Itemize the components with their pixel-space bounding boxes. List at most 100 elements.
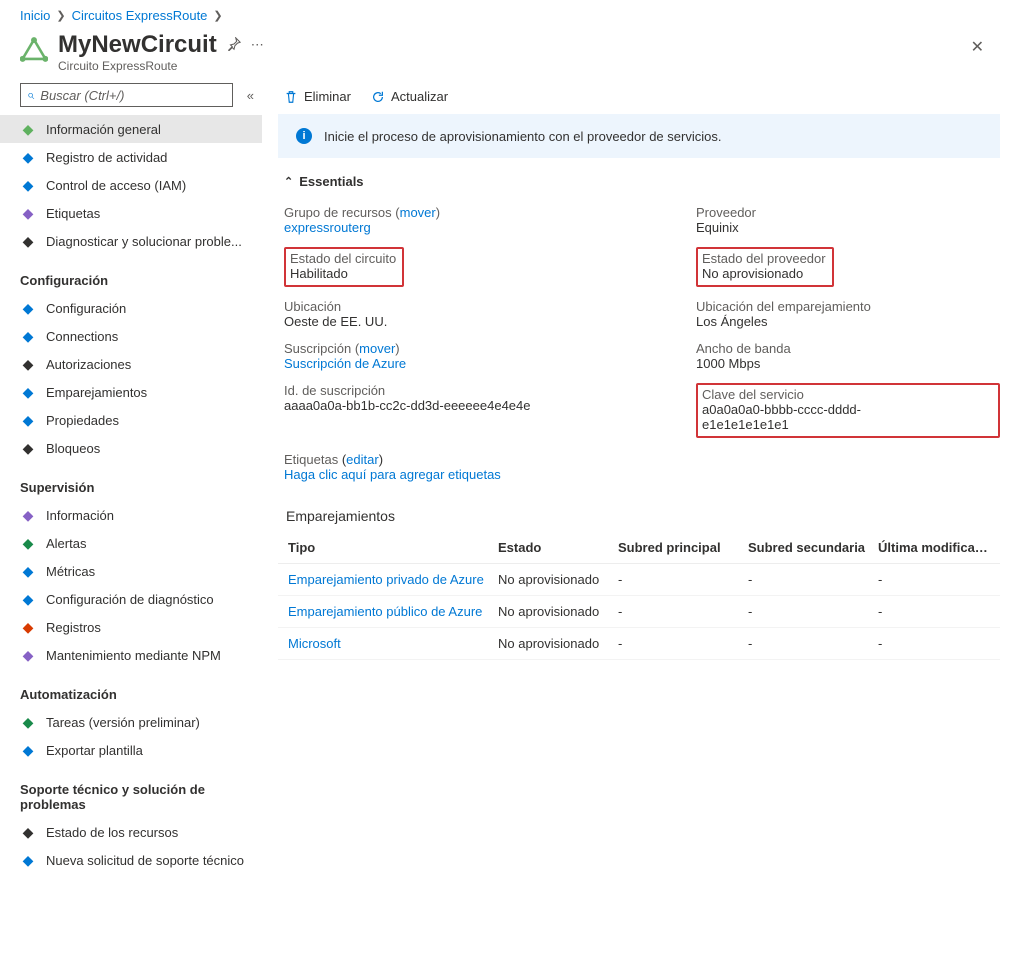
sidebar-item[interactable]: ◆Exportar plantilla: [0, 736, 262, 764]
peering-primary: -: [618, 572, 748, 587]
sidebar: ⌕ Buscar (Ctrl+/) « ◆Información general…: [0, 83, 262, 894]
provider-label: Proveedor: [696, 205, 1000, 220]
sidebar-item[interactable]: ◆ Alertas: [0, 529, 262, 557]
sidebar-item-label: Tareas (versión preliminar): [46, 715, 200, 730]
peering-last: -: [878, 572, 990, 587]
breadcrumb-item[interactable]: Circuitos ExpressRoute: [72, 8, 208, 23]
peering-primary: -: [618, 604, 748, 619]
sidebar-item[interactable]: ◆Diagnosticar y solucionar proble...: [0, 227, 262, 255]
sidebar-item[interactable]: ◆Registro de actividad: [0, 143, 262, 171]
peering-type-link[interactable]: Emparejamiento público de Azure: [288, 604, 482, 619]
sidebar-item-label: Connections: [46, 329, 118, 344]
table-row[interactable]: Microsoft No aprovisionado - - -: [278, 628, 1000, 660]
sidebar-item-label: Bloqueos: [46, 441, 100, 456]
subscription-id-value: aaaa0a0a-bb1b-cc2c-dd3d-eeeeee4e4e4e: [284, 398, 696, 413]
sidebar-item[interactable]: ◆Mantenimiento mediante NPM: [0, 641, 262, 669]
sidebar-item[interactable]: ◆Tareas (versión preliminar): [0, 708, 262, 736]
provider-state-value: No aprovisionado: [702, 266, 826, 281]
nav-icon: ◆: [20, 412, 36, 428]
sidebar-item-label: Emparejamientos: [46, 385, 147, 400]
sidebar-section-title: Configuración: [0, 255, 262, 294]
essentials-toggle[interactable]: ⌃ Essentials: [278, 170, 1000, 193]
tags-label: Etiquetas: [284, 452, 338, 467]
nav-icon: ◆: [20, 233, 36, 249]
sidebar-item[interactable]: ◆Registros: [0, 613, 262, 641]
sidebar-item-label: Registros: [46, 620, 101, 635]
subscription-label: Suscripción: [284, 341, 351, 356]
col-secondary-subnet: Subred secundaria: [748, 540, 878, 555]
pin-icon[interactable]: [227, 37, 241, 54]
sidebar-item-label: Métricas: [46, 564, 95, 579]
sidebar-item-label: Información general: [46, 122, 161, 137]
location-label: Ubicación: [284, 299, 696, 314]
sidebar-item[interactable]: ◆Nueva solicitud de soporte técnico: [0, 846, 262, 874]
collapse-sidebar-icon[interactable]: «: [247, 88, 254, 103]
table-row[interactable]: Emparejamiento público de Azure No aprov…: [278, 596, 1000, 628]
sidebar-section-title: Automatización: [0, 669, 262, 708]
nav-icon: ◆: [20, 300, 36, 316]
sidebar-item[interactable]: ◆Configuración de diagnóstico: [0, 585, 262, 613]
nav-icon: ◆: [20, 535, 36, 551]
subscription-id-label: Id. de suscripción: [284, 383, 696, 398]
chevron-right-icon: ❯: [56, 9, 65, 22]
sidebar-item-label: Registro de actividad: [46, 150, 167, 165]
peering-state: No aprovisionado: [498, 604, 618, 619]
info-icon: i: [296, 128, 312, 144]
breadcrumb-home[interactable]: Inicio: [20, 8, 50, 23]
circuit-state-label: Estado del circuito: [290, 251, 396, 266]
sidebar-item[interactable]: ◆Etiquetas: [0, 199, 262, 227]
sidebar-item[interactable]: ◆Información general: [0, 115, 262, 143]
essentials-grid: Grupo de recursos (mover) expressrouterg…: [278, 193, 1000, 444]
add-tags-link[interactable]: Haga clic aquí para agregar etiquetas: [284, 467, 501, 482]
delete-button[interactable]: Eliminar: [284, 89, 351, 104]
resource-group-label: Grupo de recursos: [284, 205, 392, 220]
refresh-icon: [371, 90, 385, 104]
sidebar-item[interactable]: ◆Propiedades: [0, 406, 262, 434]
peering-last: -: [878, 636, 990, 651]
sidebar-item-label: Información: [46, 508, 114, 523]
peering-secondary: -: [748, 636, 878, 651]
move-resource-group-link[interactable]: mover: [400, 205, 436, 220]
sidebar-item-label: Control de acceso (IAM): [46, 178, 186, 193]
chevron-up-icon: ⌃: [284, 175, 293, 188]
resource-group-value[interactable]: expressrouterg: [284, 220, 371, 235]
move-subscription-link[interactable]: mover: [359, 341, 395, 356]
edit-tags-link[interactable]: editar: [346, 452, 379, 467]
page-subtitle: Circuito ExpressRoute: [58, 59, 264, 73]
main-content: Eliminar Actualizar i Inicie el proceso …: [262, 83, 1010, 680]
more-icon[interactable]: ⋯: [251, 37, 264, 53]
nav-icon: ◆: [20, 440, 36, 456]
peering-primary: -: [618, 636, 748, 651]
bandwidth-label: Ancho de banda: [696, 341, 1000, 356]
info-banner: i Inicie el proceso de aprovisionamiento…: [278, 114, 1000, 158]
sidebar-item-label: Alertas: [46, 536, 86, 551]
sidebar-item[interactable]: ◆Connections: [0, 322, 262, 350]
sidebar-item[interactable]: ◆ Métricas: [0, 557, 262, 585]
essentials-label: Essentials: [299, 174, 363, 189]
peering-location-value: Los Ángeles: [696, 314, 1000, 329]
peering-type-link[interactable]: Microsoft: [288, 636, 341, 651]
info-banner-text: Inicie el proceso de aprovisionamiento c…: [324, 129, 721, 144]
sidebar-item[interactable]: ◆Emparejamientos: [0, 378, 262, 406]
tags-row: Etiquetas (editar) Haga clic aquí para a…: [278, 444, 1000, 490]
refresh-button[interactable]: Actualizar: [371, 89, 448, 104]
search-input[interactable]: ⌕ Buscar (Ctrl+/): [20, 83, 233, 107]
peering-type-link[interactable]: Emparejamiento privado de Azure: [288, 572, 484, 587]
sidebar-item[interactable]: ◆ Bloqueos: [0, 434, 262, 462]
breadcrumb: Inicio ❯ Circuitos ExpressRoute ❯: [0, 0, 1010, 23]
subscription-value[interactable]: Suscripción de Azure: [284, 356, 406, 371]
table-row[interactable]: Emparejamiento privado de Azure No aprov…: [278, 564, 1000, 596]
col-state: Estado: [498, 540, 618, 555]
sidebar-item[interactable]: ◆Información: [0, 501, 262, 529]
provider-state-label: Estado del proveedor: [702, 251, 826, 266]
sidebar-item[interactable]: ◆Autorizaciones: [0, 350, 262, 378]
peering-state: No aprovisionado: [498, 572, 618, 587]
close-icon[interactable]: ✕: [965, 31, 990, 63]
nav-icon: ◆: [20, 563, 36, 579]
nav-icon: ◆: [20, 356, 36, 372]
chevron-right-icon: ❯: [213, 9, 222, 22]
service-key-box: Clave del servicio a0a0a0a0-bbbb-cccc-dd…: [696, 383, 1000, 438]
sidebar-item[interactable]: ◆Estado de los recursos: [0, 818, 262, 846]
sidebar-item[interactable]: ◆Configuración: [0, 294, 262, 322]
sidebar-item[interactable]: ◆Control de acceso (IAM): [0, 171, 262, 199]
